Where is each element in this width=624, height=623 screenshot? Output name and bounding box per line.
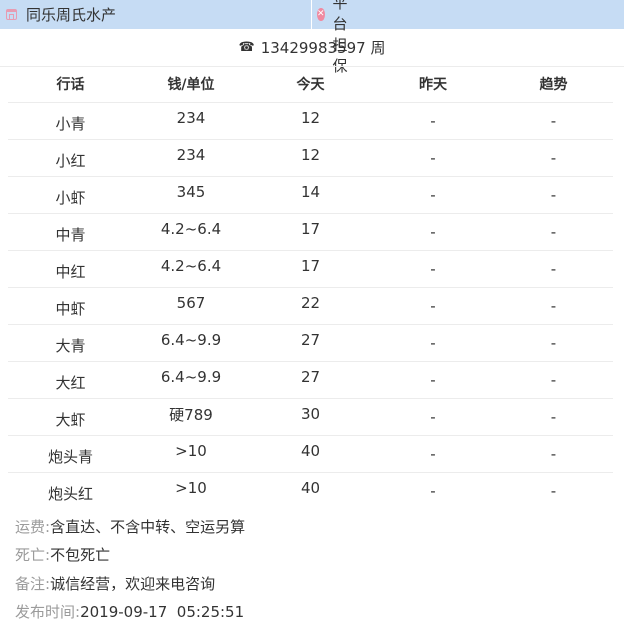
death-value: 不包死亡	[50, 546, 111, 565]
table-body: 小青 234 12- - 小红 234 12- - 小虾 345 14- - 中青 4.2~6.4 17- -…	[8, 102, 613, 509]
phone-number: 13429983597 周	[260, 39, 386, 57]
column-header-yesterday: 昨天	[372, 67, 494, 103]
cell-yesterday: -	[372, 139, 494, 177]
cell-yesterday: -	[372, 102, 494, 140]
cell-today: 12	[249, 139, 372, 177]
cell-today: 22	[249, 287, 372, 325]
cell-price: >10	[133, 435, 249, 473]
table-row: 大虾 硬789 30- -	[8, 398, 613, 436]
table-row: 中红 4.2~6.4 17- -	[8, 250, 613, 288]
table-row: 炮头青 >10 40- -	[8, 435, 613, 473]
table-header-row: 行话 钱/单位 今天 昨天 趋势	[8, 67, 613, 103]
cell-trend: -	[494, 324, 613, 362]
cell-trend: -	[494, 176, 613, 214]
table-row: 大青 6.4~9.9 27- -	[8, 324, 613, 362]
cell-yesterday: -	[372, 213, 494, 251]
notes-section: 运费: 含直达、不含中转、空运另算 死亡: 不包死亡 备注: 诚信经营，欢迎来电…	[15, 512, 615, 623]
death-label: 死亡:	[15, 546, 51, 565]
cell-trend: -	[494, 213, 613, 251]
shipping-label: 运费:	[15, 517, 51, 536]
cell-yesterday: -	[372, 176, 494, 214]
published-value: 2019-09-17 05:25:51	[80, 602, 245, 621]
cell-name: 小虾	[8, 176, 133, 214]
top-info-bar: 同乐周氏水产 ✕ 900元平台担保	[0, 0, 624, 75]
cell-price: 567	[133, 287, 249, 325]
cell-trend: -	[494, 102, 613, 140]
cell-today: 27	[249, 324, 372, 362]
cell-yesterday: -	[430, 481, 436, 500]
cell-today: 12	[249, 102, 372, 140]
cell-name: 小青	[8, 102, 133, 140]
cell-price: 345	[133, 176, 249, 214]
column-header-today: 今天	[249, 67, 372, 103]
cell-today: 40	[249, 435, 372, 473]
cell-yesterday: -	[372, 398, 494, 436]
shipping-value: 含直达、不含中转、空运另算	[50, 517, 246, 536]
cell-trend: -	[494, 398, 613, 436]
badge-icon: ✕	[317, 8, 325, 21]
column-header-name: 行话	[8, 67, 133, 103]
cell-price: 硬789	[133, 398, 249, 436]
table-row: 炮头红 >10 40 - -	[8, 472, 613, 509]
cell-yesterday: -	[372, 324, 494, 362]
cell-price: 6.4~9.9	[133, 324, 249, 362]
cell-trend: -	[550, 481, 557, 500]
phone-row[interactable]: ☎ 13429983597 周	[0, 29, 624, 67]
remark-value: 诚信经营，欢迎来电咨询	[50, 574, 216, 593]
cell-trend: -	[494, 139, 613, 177]
cell-name: 炮头青	[8, 435, 133, 473]
cell-price: 6.4~9.9	[133, 361, 249, 399]
remark-note: 备注: 诚信经营，欢迎来电咨询	[15, 569, 615, 598]
cell-today: 27	[249, 361, 372, 399]
cell-trend: -	[494, 287, 613, 325]
cell-price: 4.2~6.4	[133, 250, 249, 288]
cell-today: 30	[249, 398, 372, 436]
phone-icon: ☎	[238, 40, 255, 55]
cell-today: 17	[249, 250, 372, 288]
published-label: 发布时间:	[15, 603, 81, 622]
cell-yesterday: -	[372, 361, 494, 399]
death-note: 死亡: 不包死亡	[15, 541, 615, 570]
cell-today: 17	[249, 213, 372, 251]
cell-yesterday: -	[372, 250, 494, 288]
cell-name: 中红	[8, 250, 133, 288]
table-row: 小青 234 12- -	[8, 102, 613, 140]
cell-today: 40	[300, 479, 321, 498]
table-row: 小红 234 12- -	[8, 139, 613, 177]
cell-yesterday: -	[372, 435, 494, 473]
table-row: 小虾 345 14- -	[8, 176, 613, 214]
cell-price: 234	[133, 102, 249, 140]
table-row: 中青 4.2~6.4 17- -	[8, 213, 613, 251]
cell-name: 中青	[8, 213, 133, 251]
cell-price: 234	[133, 139, 249, 177]
cell-today: 14	[249, 176, 372, 214]
cell-trend: -	[494, 361, 613, 399]
cell-name: 大青	[8, 324, 133, 362]
column-header-trend: 趋势	[494, 67, 613, 103]
published-note: 发布时间: 2019-09-17 05:25:51	[15, 598, 615, 623]
cell-yesterday: -	[372, 287, 494, 325]
price-table: 行话 钱/单位 今天 昨天 趋势 小青 234 12- - 小红 234 12- - 小虾 345…	[8, 67, 613, 509]
remark-label: 备注:	[15, 574, 51, 593]
cell-name: 大虾	[8, 398, 133, 436]
cell-name: 中虾	[8, 287, 133, 325]
cell-name: 小红	[8, 139, 133, 177]
column-header-price: 钱/单位	[133, 67, 249, 103]
table-row: 大红 6.4~9.9 27- -	[8, 361, 613, 399]
cell-price: >10	[175, 479, 207, 498]
cell-name: 大红	[8, 361, 133, 399]
cell-name: 炮头红	[47, 485, 93, 504]
cell-price: 4.2~6.4	[133, 213, 249, 251]
shipping-note: 运费: 含直达、不含中转、空运另算	[15, 512, 615, 541]
table-row: 中虾 567 22- -	[8, 287, 613, 325]
cell-trend: -	[494, 435, 613, 473]
cell-trend: -	[494, 250, 613, 288]
guarantee-section[interactable]: ✕ 900元平台担保	[0, 0, 348, 75]
